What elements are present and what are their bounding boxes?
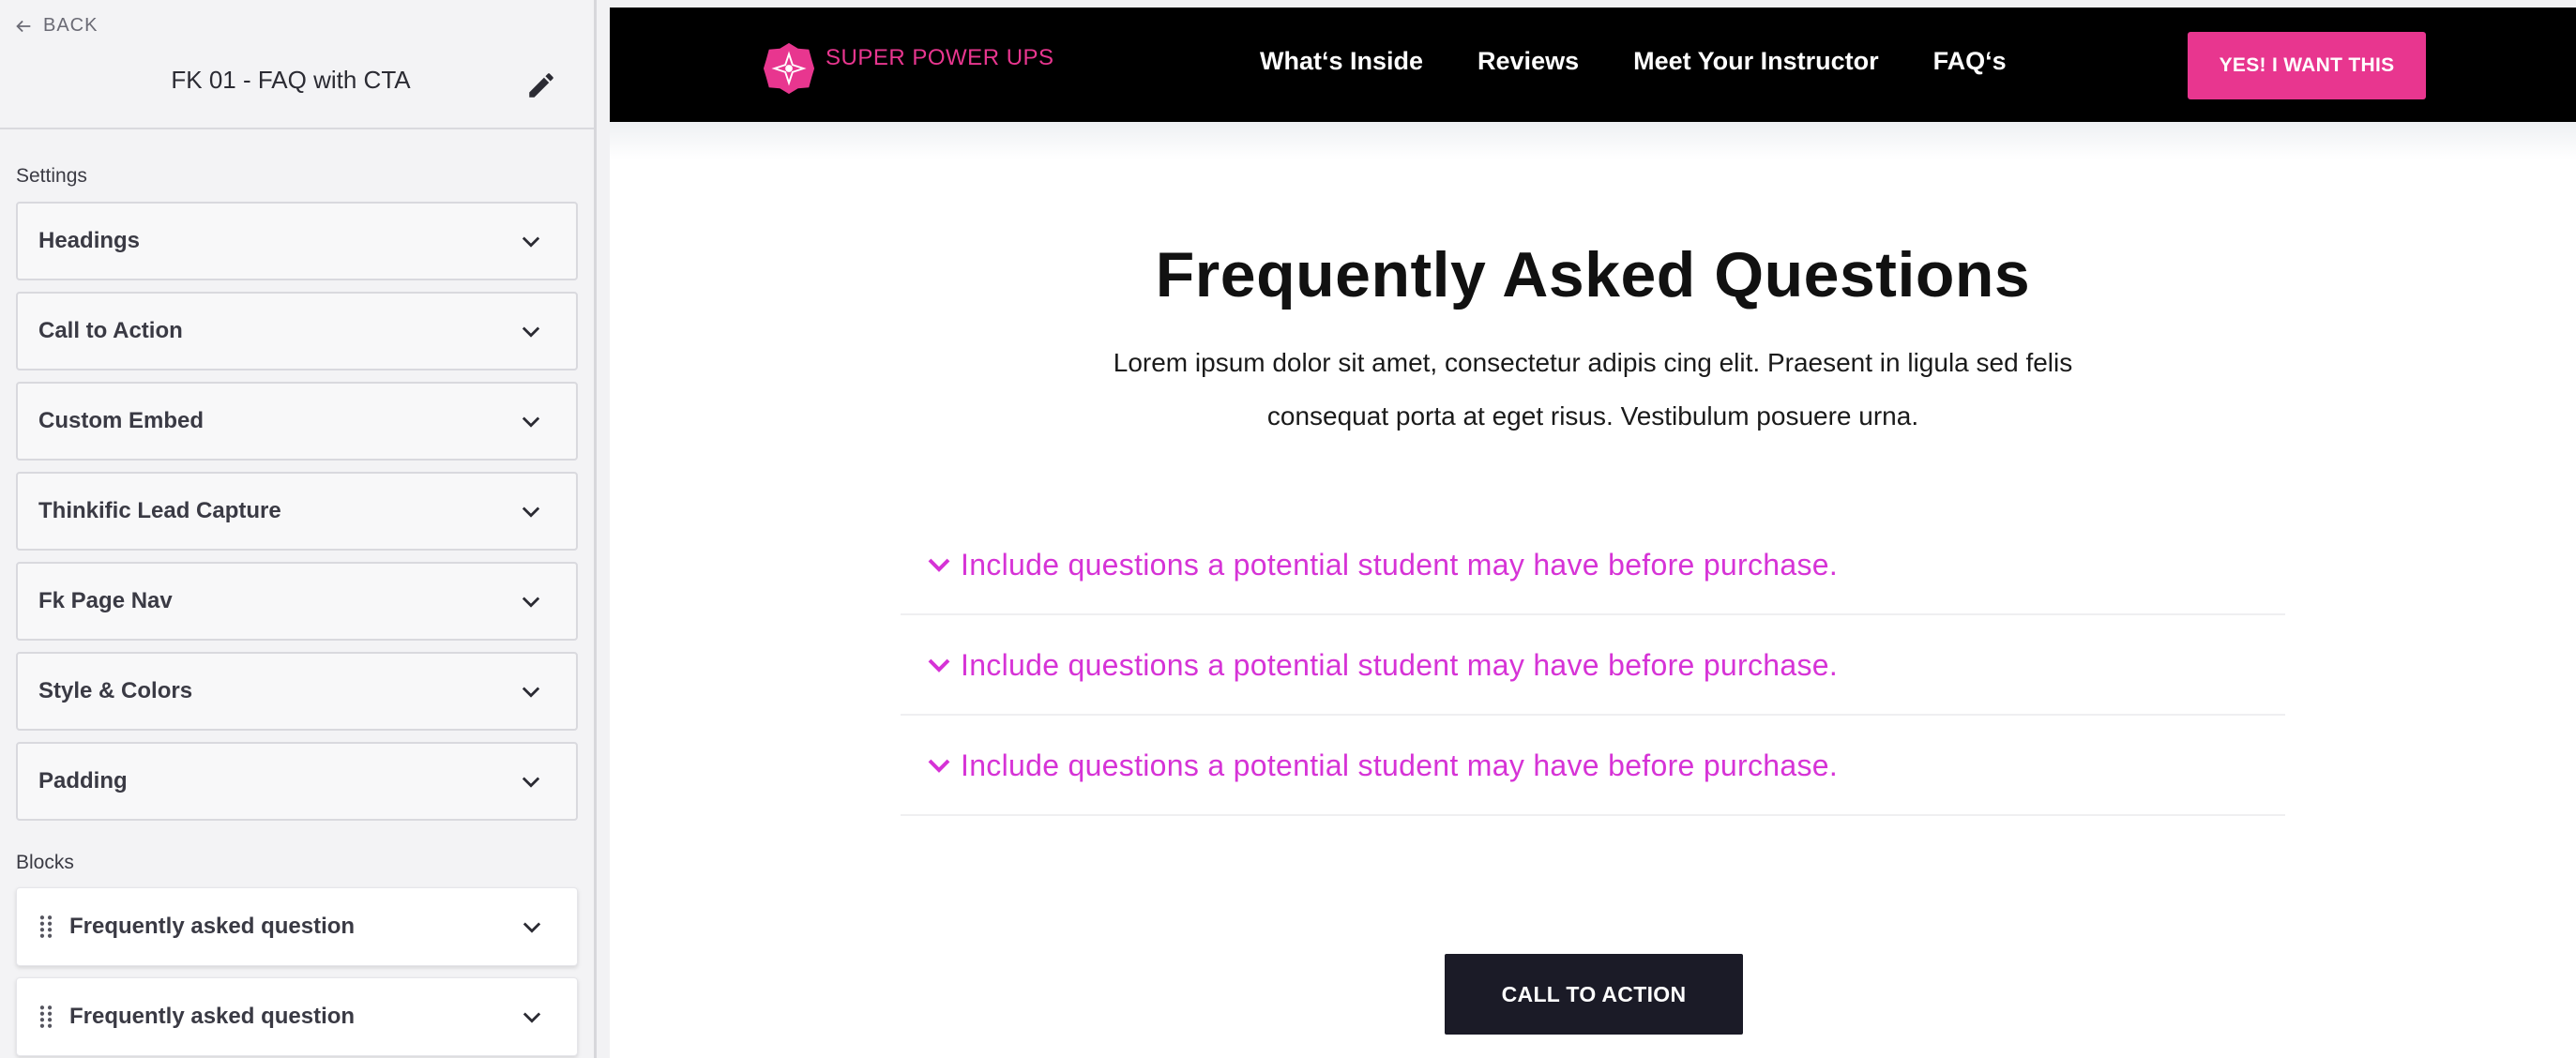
pencil-icon[interactable] [525, 69, 557, 101]
back-label: BACK [43, 15, 98, 36]
panel-label: Style & Colors [38, 678, 193, 703]
nav-link-instructor[interactable]: Meet Your Instructor [1633, 47, 1879, 76]
drag-handle-icon[interactable] [38, 914, 54, 939]
call-to-action-button[interactable]: CALL TO ACTION [1445, 954, 1743, 1035]
logo-badge-icon[interactable] [762, 41, 816, 96]
panel-style-colors[interactable]: Style & Colors [16, 652, 578, 731]
top-cta-button[interactable]: YES! I WANT THIS [2188, 32, 2426, 99]
chevron-down-icon [522, 777, 540, 788]
editor-sidebar: BACK FK 01 - FAQ with CTA Settings Headi… [0, 0, 597, 1058]
chevron-down-icon [523, 922, 541, 933]
chevron-down-icon [928, 759, 950, 773]
panel-label: Padding [38, 768, 128, 794]
chevron-down-icon [522, 416, 540, 428]
faq-question: Include questions a potential student ma… [961, 647, 1839, 682]
nav-links: What‘s Inside Reviews Meet Your Instruct… [1260, 47, 2007, 76]
panel-label: Custom Embed [38, 408, 205, 433]
chevron-down-icon [928, 658, 950, 673]
faq-subtext: Lorem ipsum dolor sit amet, consectetur … [1113, 348, 2073, 431]
chevron-down-icon [928, 558, 950, 572]
panel-thinkific-lead-capture[interactable]: Thinkific Lead Capture [16, 472, 578, 551]
panel-call-to-action[interactable]: Call to Action [16, 292, 578, 370]
settings-label: Settings [16, 165, 87, 187]
chevron-down-icon [523, 1012, 541, 1023]
back-link[interactable]: BACK [13, 15, 98, 37]
panel-label: Fk Page Nav [38, 588, 173, 613]
drag-handle-icon[interactable] [38, 1005, 54, 1029]
navbar-shadow [610, 122, 2576, 159]
chevron-down-icon [522, 236, 540, 248]
panel-headings[interactable]: Headings [16, 202, 578, 280]
arrow-left-icon [16, 20, 31, 32]
nav-link-faqs[interactable]: FAQ‘s [1933, 47, 2007, 76]
brand-name[interactable]: SUPER POWER UPS [826, 45, 1054, 71]
page-preview: SUPER POWER UPS What‘s Inside Reviews Me… [610, 8, 2576, 1058]
panel-padding[interactable]: Padding [16, 742, 578, 821]
panel-label: Headings [38, 228, 141, 253]
faq-item[interactable]: Include questions a potential student ma… [901, 516, 2285, 615]
block-label: Frequently asked question [69, 914, 356, 939]
faq-heading: Frequently Asked Questions [1155, 239, 2031, 310]
faq-question: Include questions a potential student ma… [961, 748, 1839, 782]
chevron-down-icon [522, 687, 540, 698]
nav-link-whats-inside[interactable]: What‘s Inside [1260, 47, 1423, 76]
section-title: FK 01 - FAQ with CTA [171, 66, 411, 94]
panel-custom-embed[interactable]: Custom Embed [16, 382, 578, 461]
chevron-down-icon [522, 597, 540, 608]
sidebar-divider [0, 128, 594, 129]
nav-link-reviews[interactable]: Reviews [1477, 47, 1579, 76]
panel-label: Call to Action [38, 318, 183, 343]
panel-label: Thinkific Lead Capture [38, 498, 281, 523]
faq-item[interactable]: Include questions a potential student ma… [901, 616, 2285, 716]
site-navbar: SUPER POWER UPS What‘s Inside Reviews Me… [610, 8, 2576, 122]
blocks-label: Blocks [16, 852, 74, 873]
chevron-down-icon [522, 326, 540, 338]
faq-question: Include questions a potential student ma… [961, 547, 1839, 582]
panel-fk-page-nav[interactable]: Fk Page Nav [16, 562, 578, 641]
faq-item[interactable]: Include questions a potential student ma… [901, 717, 2285, 816]
block-faq-2[interactable]: Frequently asked question [16, 977, 578, 1056]
block-label: Frequently asked question [69, 1004, 356, 1029]
block-faq-1[interactable]: Frequently asked question [16, 887, 578, 966]
chevron-down-icon [522, 506, 540, 518]
